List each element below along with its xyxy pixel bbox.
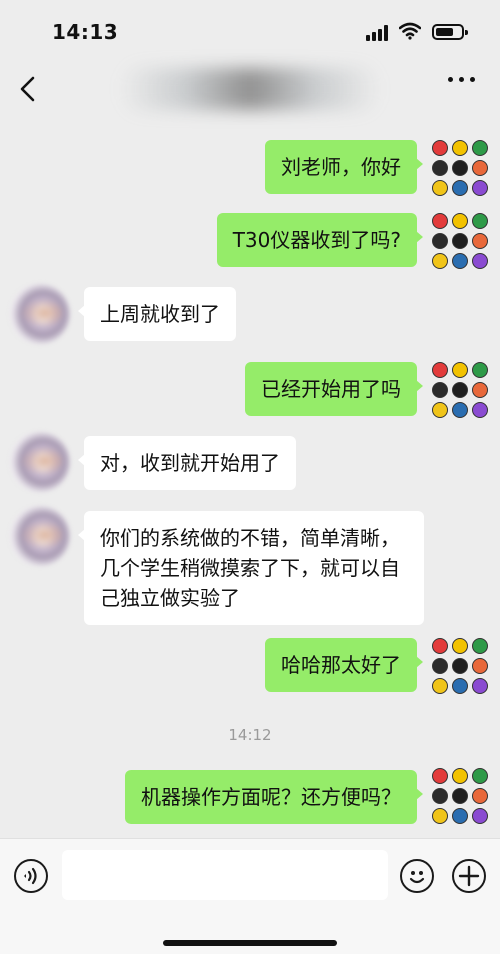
avatar-dot	[472, 382, 488, 398]
avatar-dot	[432, 180, 448, 196]
avatar-dot	[452, 160, 468, 176]
avatar-dot	[472, 768, 488, 784]
avatar-dot	[472, 180, 488, 196]
avatar-dot	[472, 233, 488, 249]
avatar-dot	[432, 678, 448, 694]
avatar-dot	[432, 160, 448, 176]
avatar-dot	[432, 808, 448, 824]
input-bar	[0, 838, 500, 954]
avatar-dot	[452, 382, 468, 398]
avatar-dot	[472, 362, 488, 378]
avatar-dot	[432, 362, 448, 378]
avatar-me[interactable]	[432, 768, 488, 824]
avatar-dot	[472, 638, 488, 654]
avatar-dot	[452, 253, 468, 269]
avatar-dot	[432, 213, 448, 229]
plus-button[interactable]	[452, 859, 486, 893]
avatar-me[interactable]	[432, 213, 488, 269]
avatar-contact[interactable]	[10, 284, 70, 344]
voice-input-button[interactable]	[14, 859, 48, 893]
message-bubble-outgoing[interactable]: 刘老师，你好	[265, 140, 423, 194]
avatar-dot	[472, 160, 488, 176]
message-timestamp: 14:12	[228, 726, 272, 744]
avatar-dot	[432, 253, 448, 269]
avatar-dot	[432, 788, 448, 804]
avatar-dot	[472, 140, 488, 156]
chat-area: 刘老师，你好 T30仪器收到了吗? 上周就收到了 已经开始用了吗 对，收到就开始…	[0, 0, 500, 838]
message-bubble-incoming[interactable]: 你们的系统做的不错，简单清晰，几个学生稍微摸索了下，就可以自己独立做实验了	[78, 511, 424, 625]
avatar-dot	[432, 140, 448, 156]
home-indicator	[163, 940, 337, 946]
avatar-dot	[432, 768, 448, 784]
message-bubble-incoming[interactable]: 上周就收到了	[78, 287, 236, 341]
avatar-contact[interactable]	[10, 506, 70, 566]
avatar-dot	[472, 658, 488, 674]
avatar-dot	[452, 808, 468, 824]
avatar-dot	[452, 678, 468, 694]
avatar-dot	[432, 638, 448, 654]
avatar-dot	[452, 402, 468, 418]
message-bubble-outgoing[interactable]: 机器操作方面呢？还方便吗？	[125, 770, 423, 824]
avatar-dot	[452, 362, 468, 378]
avatar-dot	[452, 140, 468, 156]
message-bubble-outgoing[interactable]: 哈哈那太好了	[265, 638, 423, 692]
avatar-dot	[432, 382, 448, 398]
avatar-dot	[472, 253, 488, 269]
avatar-dot	[472, 402, 488, 418]
avatar-me[interactable]	[432, 140, 488, 196]
avatar-dot	[432, 658, 448, 674]
message-bubble-outgoing[interactable]: 已经开始用了吗	[245, 362, 423, 416]
message-input[interactable]	[62, 850, 388, 900]
avatar-dot	[432, 233, 448, 249]
avatar-dot	[472, 788, 488, 804]
avatar-dot	[452, 233, 468, 249]
avatar-dot	[432, 402, 448, 418]
emoji-button[interactable]	[400, 859, 434, 893]
avatar-dot	[472, 213, 488, 229]
avatar-dot	[472, 808, 488, 824]
avatar-contact[interactable]	[10, 432, 70, 492]
plus-icon	[458, 865, 480, 887]
avatar-dot	[452, 658, 468, 674]
message-bubble-incoming[interactable]: 对，收到就开始用了	[78, 436, 296, 490]
avatar-dot	[452, 180, 468, 196]
avatar-me[interactable]	[432, 638, 488, 694]
message-bubble-outgoing[interactable]: T30仪器收到了吗?	[216, 213, 424, 267]
avatar-me[interactable]	[432, 362, 488, 418]
avatar-dot	[452, 768, 468, 784]
avatar-dot	[452, 638, 468, 654]
avatar-dot	[452, 788, 468, 804]
emoji-icon	[409, 871, 425, 884]
avatar-dot	[452, 213, 468, 229]
avatar-dot	[472, 678, 488, 694]
voice-icon	[24, 867, 37, 885]
